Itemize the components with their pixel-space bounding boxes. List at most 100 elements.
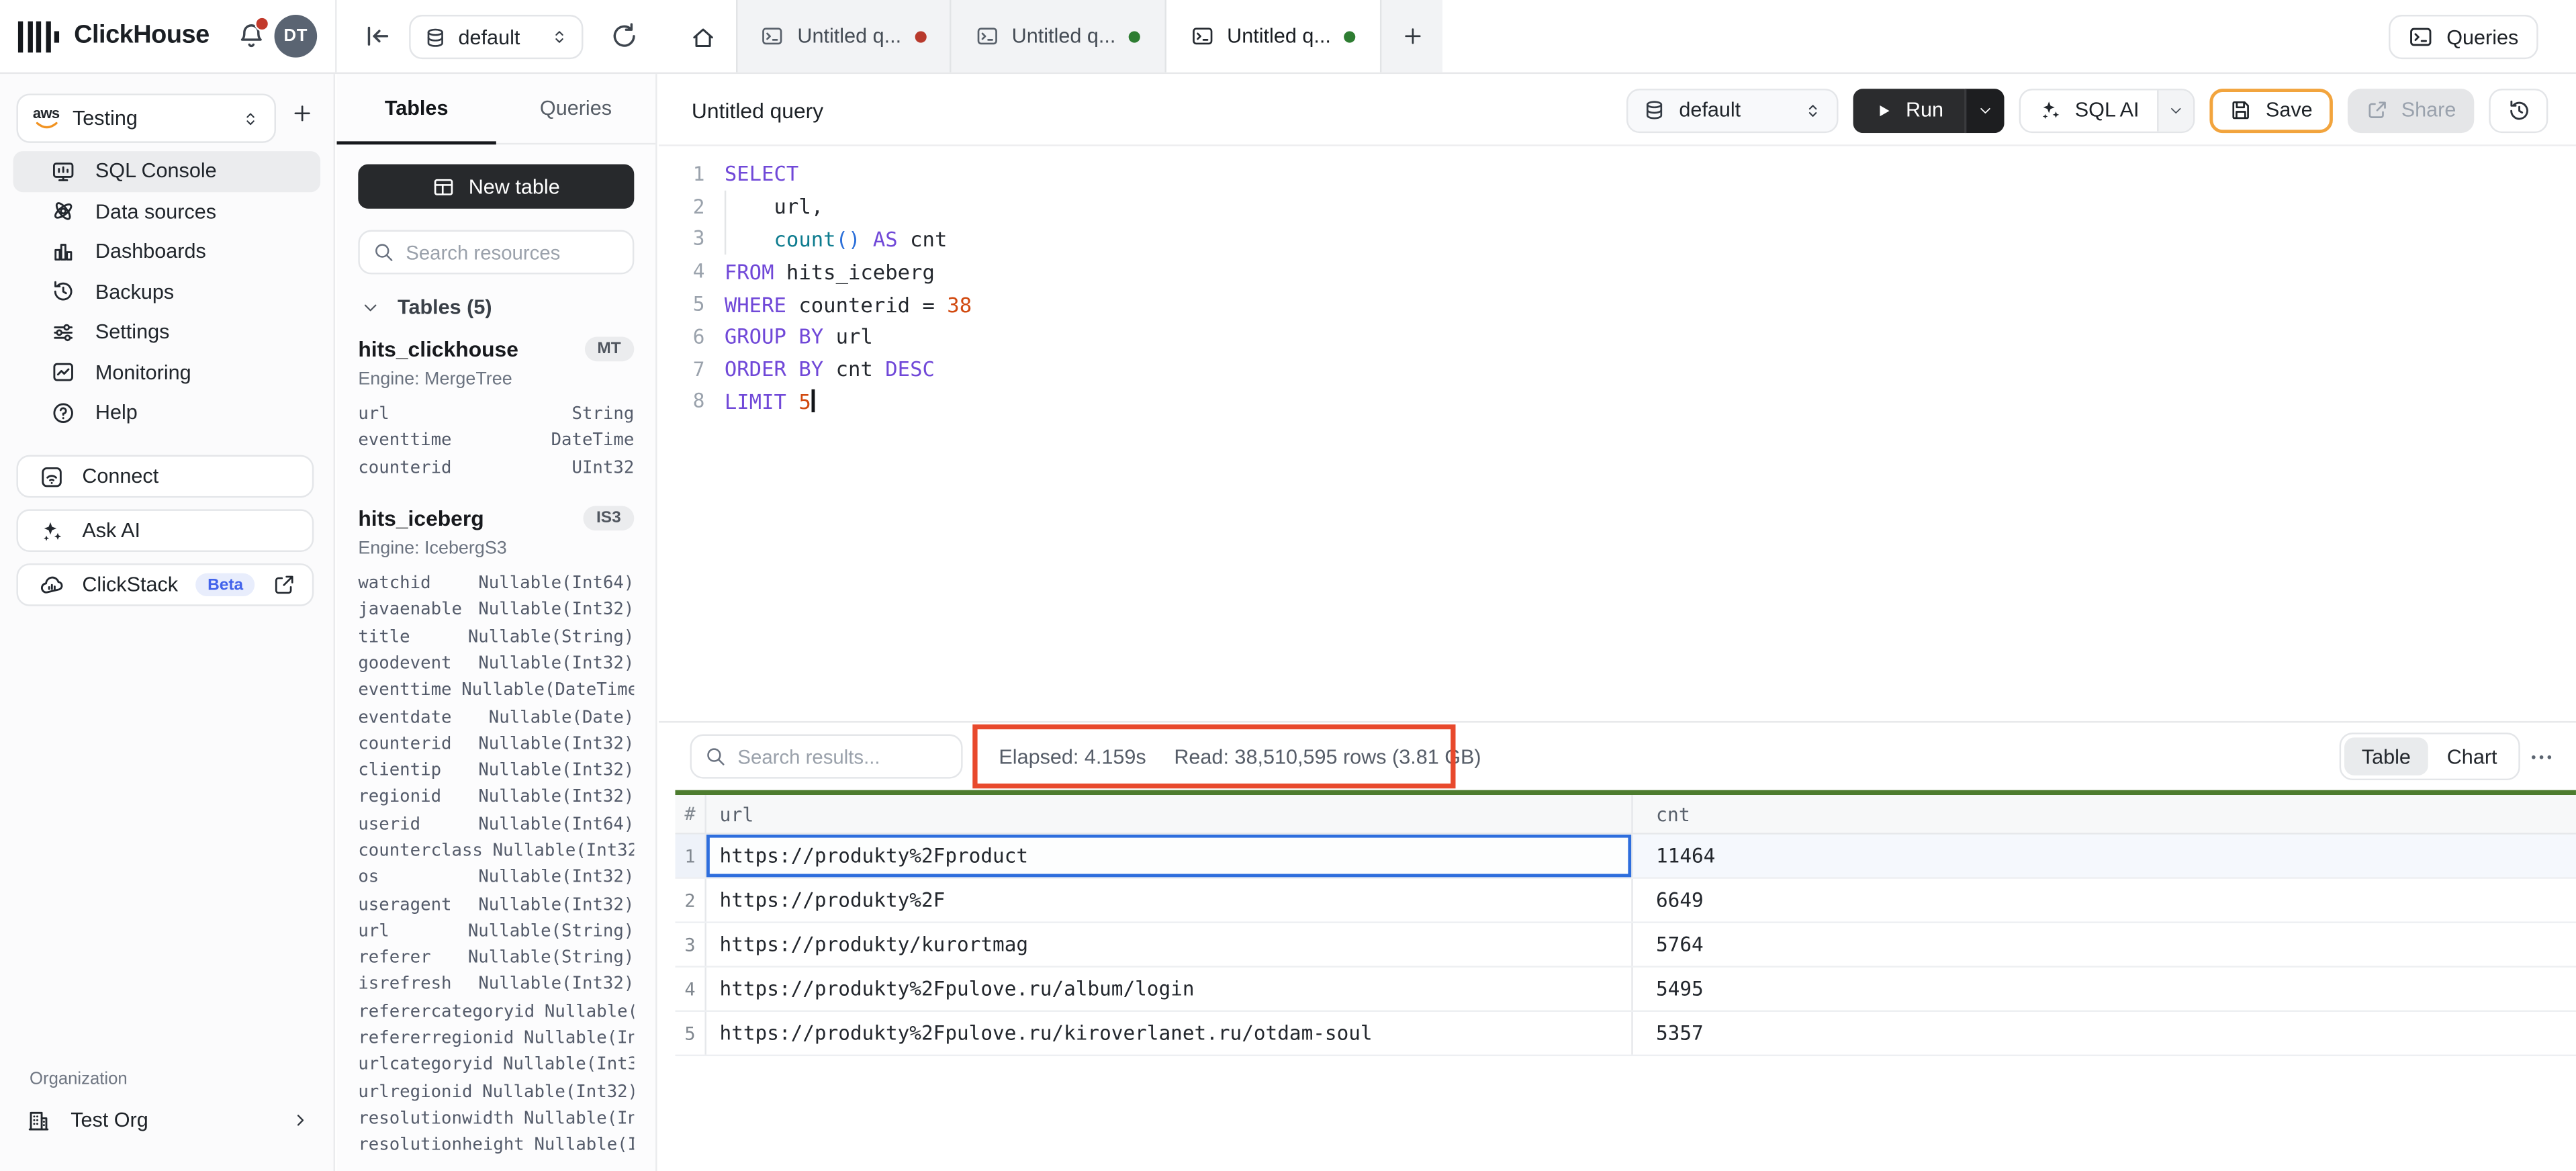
table-entry-header[interactable]: hits_clickhouseMT	[358, 335, 634, 363]
explorer-tabs: TablesQueries	[337, 74, 656, 144]
text-cursor	[812, 389, 815, 412]
refresh-button[interactable]	[610, 21, 639, 51]
sidebar-button-clickstack[interactable]: ClickStackBeta	[16, 563, 314, 606]
code-token	[860, 227, 872, 252]
connection-select[interactable]: default	[409, 15, 583, 59]
add-service-button[interactable]	[291, 102, 314, 125]
table-row[interactable]: 5https://produkty%2Fpulove.ru/kiroverlan…	[675, 1012, 2575, 1056]
column-row: useragentNullable(Int32)	[358, 891, 634, 918]
home-icon	[690, 24, 716, 50]
updown-chevron-icon	[1804, 99, 1822, 121]
sidebar-item-help[interactable]: Help	[13, 393, 320, 433]
queries-button[interactable]: Queries	[2389, 15, 2538, 59]
organization-row[interactable]: Test Org	[0, 1099, 334, 1142]
sidebar-item-monitoring[interactable]: Monitoring	[13, 353, 320, 393]
column-row: osNullable(Int32)	[358, 864, 634, 891]
sidebar-item-backups[interactable]: Backups	[13, 272, 320, 312]
code-text: count() AS cnt	[705, 227, 948, 252]
sidebar-item-data-sources[interactable]: Data sources	[13, 191, 320, 232]
sidebar-button-ask-ai[interactable]: Ask AI	[16, 509, 314, 552]
column-name: refererregionid	[358, 1029, 514, 1048]
explorer-tab-tables[interactable]: Tables	[337, 74, 496, 144]
sql-ai-caret[interactable]	[2157, 89, 2193, 130]
indent-guide	[725, 190, 726, 255]
column-type: Nullable(I	[545, 1002, 634, 1021]
cell-cnt: 6649	[1633, 879, 2576, 922]
add-tab-button[interactable]	[1381, 0, 1442, 73]
new-table-button[interactable]: New table	[358, 165, 634, 209]
workspace-select[interactable]: aws Testing	[16, 93, 276, 142]
explorer-tab-queries[interactable]: Queries	[496, 74, 655, 144]
column-name: clientip	[358, 761, 441, 780]
user-avatar[interactable]: DT	[275, 15, 318, 58]
sidebar-button-connect[interactable]: Connect	[16, 455, 314, 498]
code-token: 5	[798, 389, 811, 414]
column-name: referer	[358, 948, 430, 968]
query-tab[interactable]: Untitled q...	[736, 0, 951, 73]
view-toggle-chart[interactable]: Chart	[2429, 737, 2516, 775]
query-tab-strip: Untitled q...Untitled q...Untitled q...	[736, 0, 1442, 73]
results-panel: Search results... Elapsed: 4.159s Read: …	[659, 721, 2576, 1171]
workspace-name: Testing	[73, 107, 228, 130]
notifications-bell-icon[interactable]	[236, 21, 266, 51]
new-table-label: New table	[469, 175, 560, 198]
sidebar-item-dashboards[interactable]: Dashboards	[13, 232, 320, 272]
table-row[interactable]: 2https://produkty%2F6649	[675, 879, 2575, 923]
collapse-sidebar-button[interactable]	[363, 21, 393, 51]
code-token: GROUP BY	[725, 324, 823, 349]
column-type: Nullable(Int32)	[478, 734, 634, 753]
table-row[interactable]: 3https://produkty/kurortmag5764	[675, 923, 2575, 968]
terminal-icon	[2409, 25, 2434, 50]
results-menu-button[interactable]	[2528, 744, 2555, 770]
help-icon	[51, 400, 76, 425]
view-toggle-table[interactable]: Table	[2344, 737, 2429, 775]
tables-section-header[interactable]: Tables (5)	[337, 295, 656, 318]
save-button[interactable]: Save	[2210, 88, 2332, 132]
table-entry-header[interactable]: hits_icebergIS3	[358, 504, 634, 532]
home-tab-button[interactable]	[678, 13, 727, 61]
topbar-divider	[335, 0, 336, 73]
row-number: 2	[675, 879, 706, 922]
column-type: Nullable(Int32)	[478, 894, 634, 914]
chevron-down-icon	[361, 298, 379, 316]
run-options-caret[interactable]	[1965, 88, 2005, 132]
query-tab[interactable]: Untitled q...	[951, 0, 1166, 73]
search-results-input[interactable]: Search results...	[690, 735, 962, 779]
sidebar-item-label: Settings	[95, 321, 170, 344]
line-number: 1	[659, 162, 704, 185]
table-row[interactable]: 4https://produkty%2Fpulove.ru/album/logi…	[675, 968, 2575, 1012]
line-number: 2	[659, 195, 704, 218]
sql-ai-button[interactable]: SQL AI	[2021, 89, 2157, 130]
code-token: WHERE	[725, 291, 786, 316]
sql-editor[interactable]: 1SELECT2 url,3 count() AS cnt4FROM hits_…	[659, 146, 2576, 418]
column-row: urlregionidNullable(Int32)	[358, 1078, 634, 1105]
sidebar-item-settings[interactable]: Settings	[13, 312, 320, 353]
column-type: Nullable(Int32)	[478, 975, 634, 994]
column-name: resolutionwidth	[358, 1109, 514, 1128]
terminal-icon	[762, 25, 784, 48]
table-engine: Engine: IcebergS3	[358, 538, 634, 558]
query-title[interactable]: Untitled query	[692, 74, 823, 146]
search-resources-input[interactable]: Search resources	[358, 230, 634, 274]
column-type: Nullable(String)	[468, 948, 634, 968]
column-type: Nullable(Date)	[489, 707, 635, 727]
query-history-button[interactable]	[2489, 88, 2548, 132]
tables-section-label: Tables (5)	[398, 295, 492, 318]
table-entry: hits_icebergIS3Engine: IcebergS3watchidN…	[337, 504, 656, 1159]
table-row[interactable]: 1https://produkty%2Fproduct11464	[675, 835, 2575, 879]
column-type: Nullable(Int32)	[478, 653, 634, 673]
database-select[interactable]: default	[1626, 88, 1839, 132]
run-button[interactable]: Run	[1853, 88, 1965, 132]
top-bar: ClickHouse DT default Untitled q...Untit…	[0, 0, 2576, 74]
sparkle-icon	[40, 518, 64, 543]
column-name: regionid	[358, 788, 441, 807]
column-row: urlNullable(String)	[358, 918, 634, 945]
column-name: referercategoryid	[358, 1002, 535, 1021]
sidebar-item-label: Dashboards	[95, 240, 206, 263]
column-row: urlcategoryidNullable(Int32	[358, 1051, 634, 1078]
results-toolbar: Search results... Elapsed: 4.159s Read: …	[659, 722, 2576, 790]
query-tab[interactable]: Untitled q...	[1166, 0, 1381, 73]
save-icon	[2229, 99, 2252, 122]
sidebar-item-sql-console[interactable]: SQL Console	[13, 151, 320, 191]
column-name: counterid	[358, 458, 451, 477]
